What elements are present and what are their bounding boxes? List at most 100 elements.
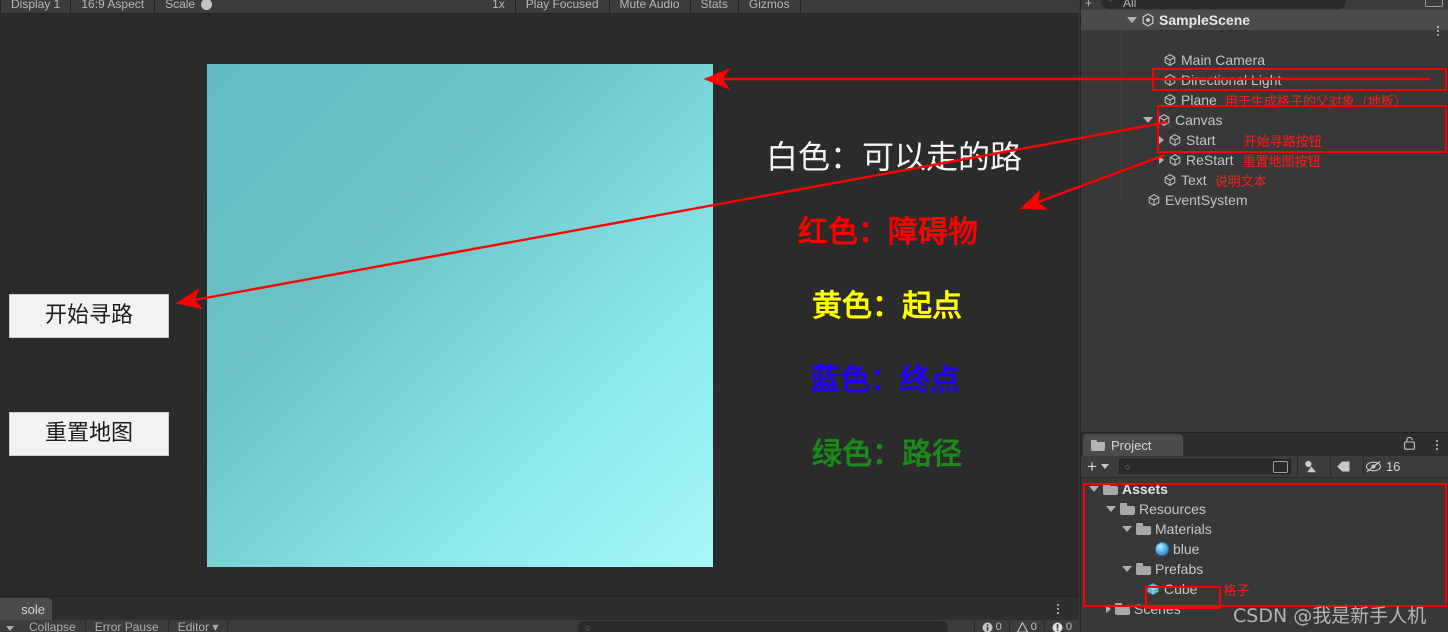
clear-dropdown-icon[interactable] [6,626,14,631]
gameobject-cube-icon [1169,134,1181,146]
search-icon: ○ [585,623,591,632]
log-count[interactable]: 0 [973,621,1009,632]
chevron-down-icon[interactable] [1100,464,1109,469]
project-item-assets[interactable]: Assets [1081,479,1448,499]
hierarchy-item-label: ReStart [1186,152,1234,168]
annotation-note-text: 说明文本 [1214,174,1267,190]
folder-icon [1115,603,1130,615]
save-search-icon[interactable] [1272,461,1288,473]
search-icon: ○ [1108,0,1113,4]
display-dropdown[interactable]: Display 1 [1,0,70,10]
hierarchy-item-text[interactable]: Text 说明文本 [1081,170,1448,190]
project-item-resources[interactable]: Resources [1081,499,1448,519]
legend-yellow: 黄色：起点 [812,289,962,324]
scale-slider-knob[interactable] [201,0,213,10]
folder-icon [1091,439,1105,451]
project-item-label: Scenes [1134,601,1181,617]
chevron-down-icon[interactable] [1127,17,1137,23]
folder-icon [1136,523,1151,535]
filter-by-label-icon[interactable] [1331,456,1357,478]
editor-dropdown[interactable]: Editor ▾ [169,621,229,632]
hierarchy-item-eventsystem[interactable]: EventSystem [1081,190,1448,210]
hierarchy-item-label: Canvas [1175,112,1223,128]
project-item-label: Assets [1122,481,1168,497]
tab-project[interactable]: Project [1083,434,1183,456]
project-search-input[interactable]: ○ [1118,459,1291,474]
toolbar-divider [799,0,801,13]
chevron-down-icon[interactable] [1106,506,1116,512]
kebab-dot [1436,448,1438,450]
warning-count-value: 0 [1030,621,1037,632]
chevron-down-icon[interactable] [1143,117,1153,123]
play-focused-toggle[interactable]: Play Focused [516,0,609,10]
hierarchy-item-canvas[interactable]: Canvas [1081,110,1448,130]
hierarchy-item-start[interactable]: Start 开始寻路按钮 [1081,130,1448,150]
search-icon: ○ [1124,461,1131,472]
scale-slider[interactable]: Scale [155,0,222,10]
hierarchy-item-directional-light[interactable]: Directional Light [1081,70,1448,90]
annotation-note-plane: 用于生成格子的父对象（地板） [1224,94,1407,110]
console-kebab-menu[interactable] [1057,602,1059,616]
stats-toggle[interactable]: Stats [691,0,738,10]
hierarchy-item-plane[interactable]: Plane 用于生成格子的父对象（地板） [1081,90,1448,110]
reset-map-button[interactable]: 重置地图 [9,412,169,456]
legend-blue: 蓝色：终点 [810,363,960,398]
project-kebab-menu[interactable] [1436,438,1438,452]
chevron-down-icon[interactable] [1089,486,1099,492]
project-item-prefabs[interactable]: Prefabs [1081,559,1448,579]
project-item-label: Cube [1164,581,1198,597]
start-pathfinding-button[interactable]: 开始寻路 [9,294,169,338]
collapse-toggle[interactable]: Collapse [20,621,86,632]
hierarchy-item-restart[interactable]: ReStart 重置地图按钮 [1081,150,1448,170]
tab-label: sole [21,601,45,617]
lock-icon[interactable] [1404,437,1415,450]
console-tabbar: sole [0,597,1079,620]
error-pause-toggle[interactable]: Error Pause [86,621,169,632]
unity-scene-icon [1142,13,1154,27]
scale-value: 1x [492,0,505,11]
console-panel: sole Collapse Error Pause Editor ▾ ○ 0 0… [0,596,1079,632]
kebab-dot [1057,604,1059,606]
kebab-dot [1436,444,1438,446]
hierarchy-item-label: EventSystem [1165,192,1248,208]
hidden-assets-icon[interactable] [1364,456,1384,478]
hierarchy-scene-row[interactable]: SampleScene [1081,10,1448,36]
project-item-blue[interactable]: blue [1081,539,1448,559]
save-search-icon[interactable] [1425,0,1443,7]
kebab-dot [1057,612,1059,614]
chevron-right-icon[interactable] [1159,156,1164,164]
project-item-cube[interactable]: Cube 格子 [1081,579,1448,599]
warning-count[interactable]: 0 [1008,621,1044,632]
warning-icon [1016,622,1028,632]
hierarchy-item-main-camera[interactable]: Main Camera [1081,50,1448,70]
console-search-input[interactable]: ○ [578,621,948,632]
gameobject-cube-icon [1164,94,1176,106]
gameobject-cube-icon [1164,174,1176,186]
aspect-dropdown[interactable]: 16:9 Aspect [71,0,154,10]
gizmos-dropdown[interactable]: Gizmos [739,0,800,10]
hierarchy-search-filter-label: All [1123,0,1137,10]
chevron-right-icon[interactable] [1106,605,1111,613]
filter-by-type-icon[interactable] [1298,456,1324,478]
game-render-area[interactable]: 开始寻路 重置地图 白色：可以走的路 红色：障碍物 黄色：起点 蓝色：终点 绿色… [0,14,1079,596]
hierarchy-add-button[interactable]: + [1085,0,1092,10]
log-count-value: 0 [995,621,1002,632]
annotation-note-start: 开始寻路按钮 [1243,134,1322,150]
hierarchy-toolbar: + ○ All [1081,0,1448,10]
project-item-materials[interactable]: Materials [1081,519,1448,539]
hierarchy-search-input[interactable] [1101,0,1346,9]
gameobject-cube-icon [1169,154,1181,166]
mute-audio-toggle[interactable]: Mute Audio [610,0,690,10]
create-asset-button[interactable]: + [1087,458,1097,475]
scene-name-label: SampleScene [1159,12,1251,28]
chevron-down-icon[interactable] [1122,566,1132,572]
material-icon [1155,542,1169,556]
hierarchy-kebab-menu[interactable] [1437,24,1439,38]
kebab-dot [1437,26,1439,28]
chevron-right-icon[interactable] [1159,136,1164,144]
tab-console[interactable]: sole [0,598,52,620]
chevron-down-icon[interactable] [1122,526,1132,532]
error-count[interactable]: 0 [1043,621,1079,632]
prefab-cube-icon [1147,583,1159,595]
error-count-value: 0 [1065,621,1072,632]
